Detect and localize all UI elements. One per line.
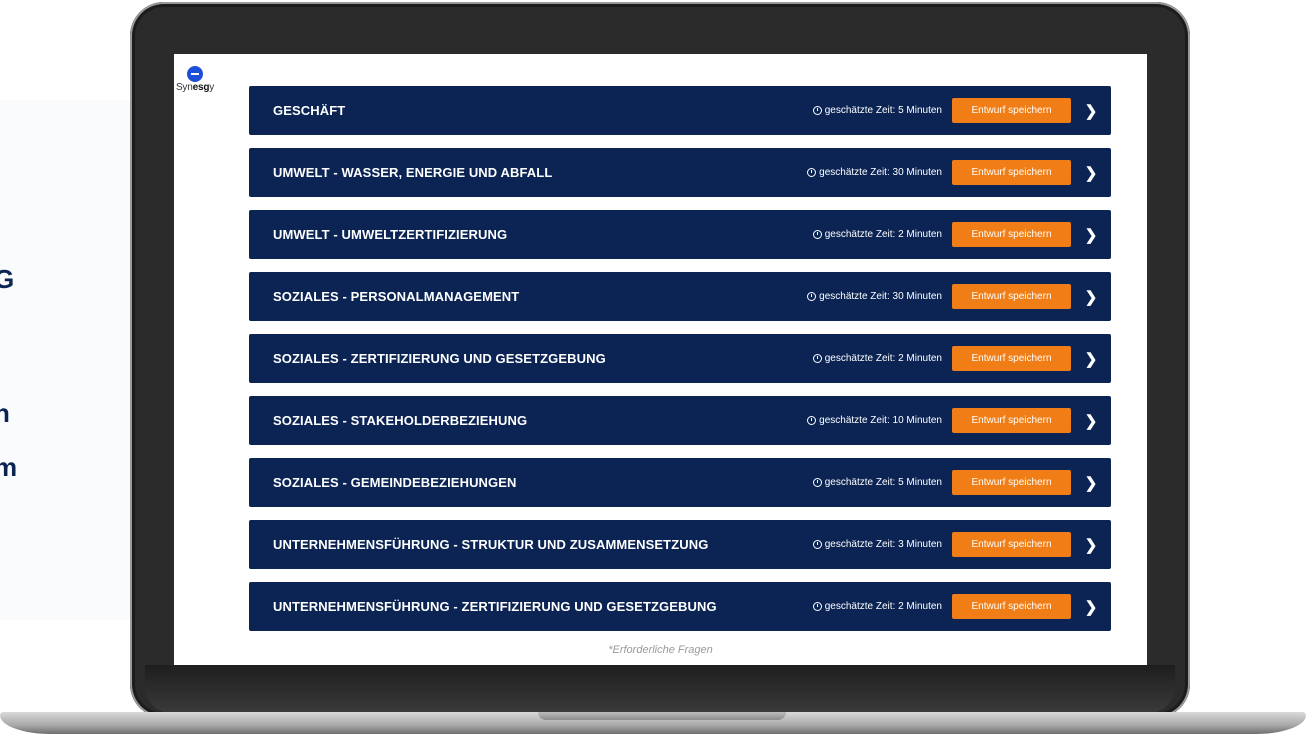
clock-icon: [812, 602, 822, 611]
section-title: UNTERNEHMENSFÜHRUNG - ZERTIFIZIERUNG UND…: [273, 599, 717, 614]
estimated-time: geschätzte Zeit: 2 Minuten: [812, 601, 942, 612]
estimated-time-label: geschätzte Zeit: 5 Minuten: [824, 477, 942, 488]
estimated-time-label: geschätzte Zeit: 30 Minuten: [819, 167, 942, 178]
backdrop-panel: [0, 100, 130, 620]
section-row[interactable]: UMWELT - WASSER, ENERGIE UND ABFALL gesch…: [249, 148, 1111, 197]
chevron-right-icon[interactable]: ❯: [1071, 164, 1111, 182]
save-draft-button[interactable]: Entwurf speichern: [952, 222, 1071, 247]
estimated-time: geschätzte Zeit: 30 Minuten: [807, 291, 942, 302]
chevron-right-icon[interactable]: ❯: [1071, 288, 1111, 306]
save-draft-button[interactable]: Entwurf speichern: [952, 532, 1071, 557]
required-questions-note: *Erforderliche Fragen: [608, 644, 713, 656]
section-title: GESCHÄFT: [273, 103, 346, 118]
section-title: SOZIALES - GEMEINDEBEZIEHUNGEN: [273, 475, 517, 490]
estimated-time: geschätzte Zeit: 10 Minuten: [807, 415, 942, 426]
chevron-right-icon[interactable]: ❯: [1071, 598, 1111, 616]
estimated-time: geschätzte Zeit: 2 Minuten: [812, 353, 942, 364]
chevron-right-icon[interactable]: ❯: [1071, 350, 1111, 368]
estimated-time: geschätzte Zeit: 5 Minuten: [812, 105, 942, 116]
chevron-right-icon[interactable]: ❯: [1071, 536, 1111, 554]
section-title: SOZIALES - PERSONALMANAGEMENT: [273, 289, 520, 304]
backdrop-letter: n: [0, 398, 10, 428]
section-title: UMWELT - UMWELTZERTIFIZIERUNG: [273, 227, 508, 242]
estimated-time: geschätzte Zeit: 2 Minuten: [812, 229, 942, 240]
section-row[interactable]: UMWELT - UMWELTZERTIFIZIERUNG geschätzte …: [249, 210, 1111, 259]
save-draft-button[interactable]: Entwurf speichern: [952, 284, 1071, 309]
section-title: SOZIALES - ZERTIFIZIERUNG UND GESETZGEBU…: [273, 351, 606, 366]
save-draft-button[interactable]: Entwurf speichern: [952, 470, 1071, 495]
synesgy-logo[interactable]: Synesgy: [174, 66, 216, 93]
save-draft-button[interactable]: Entwurf speichern: [952, 346, 1071, 371]
backdrop-letter: G: [0, 264, 15, 294]
chevron-right-icon[interactable]: ❯: [1071, 102, 1111, 120]
estimated-time: geschätzte Zeit: 5 Minuten: [812, 477, 942, 488]
estimated-time: geschätzte Zeit: 3 Minuten: [812, 539, 942, 550]
section-title: SOZIALES - STAKEHOLDERBEZIEHUNG: [273, 413, 528, 428]
section-row[interactable]: SOZIALES - STAKEHOLDERBEZIEHUNG geschätzt…: [249, 396, 1111, 445]
clock-icon: [807, 416, 817, 425]
laptop-bezel: [145, 665, 1175, 713]
estimated-time-label: geschätzte Zeit: 5 Minuten: [824, 105, 942, 116]
section-row[interactable]: GESCHÄFT geschätzte Zeit: 5 Minuten Entwur…: [249, 86, 1111, 135]
logo-mark-icon: [187, 66, 203, 82]
section-row[interactable]: SOZIALES - GEMEINDEBEZIEHUNGEN geschätzte…: [249, 458, 1111, 507]
chevron-right-icon[interactable]: ❯: [1071, 226, 1111, 244]
clock-icon: [812, 540, 822, 549]
section-row[interactable]: UNTERNEHMENSFÜHRUNG - STRUKTUR UND ZUSAM…: [249, 520, 1111, 569]
save-draft-button[interactable]: Entwurf speichern: [952, 160, 1071, 185]
section-row[interactable]: SOZIALES - ZERTIFIZIERUNG UND GESETZGEBU…: [249, 334, 1111, 383]
backdrop-letter: m: [0, 452, 18, 482]
laptop-notch: [538, 712, 786, 720]
chevron-right-icon[interactable]: ❯: [1071, 412, 1111, 430]
chevron-right-icon[interactable]: ❯: [1071, 474, 1111, 492]
estimated-time-label: geschätzte Zeit: 2 Minuten: [824, 229, 942, 240]
clock-icon: [812, 230, 822, 239]
estimated-time-label: geschätzte Zeit: 2 Minuten: [824, 601, 942, 612]
save-draft-button[interactable]: Entwurf speichern: [952, 594, 1071, 619]
clock-icon: [812, 478, 822, 487]
logo-text: Synesgy: [175, 82, 215, 93]
clock-icon: [807, 292, 817, 301]
clock-icon: [812, 106, 822, 115]
estimated-time-label: geschätzte Zeit: 3 Minuten: [824, 539, 942, 550]
estimated-time-label: geschätzte Zeit: 2 Minuten: [824, 353, 942, 364]
section-title: UMWELT - WASSER, ENERGIE UND ABFALL: [273, 165, 553, 180]
section-row[interactable]: UNTERNEHMENSFÜHRUNG - ZERTIFIZIERUNG UND…: [249, 582, 1111, 631]
estimated-time-label: geschätzte Zeit: 30 Minuten: [819, 291, 942, 302]
save-draft-button[interactable]: Entwurf speichern: [952, 98, 1071, 123]
section-title: UNTERNEHMENSFÜHRUNG - STRUKTUR UND ZUSAM…: [273, 537, 709, 552]
save-draft-button[interactable]: Entwurf speichern: [952, 408, 1071, 433]
estimated-time: geschätzte Zeit: 30 Minuten: [807, 167, 942, 178]
section-list: GESCHÄFT geschätzte Zeit: 5 Minuten Entwur…: [249, 86, 1111, 644]
section-row[interactable]: SOZIALES - PERSONALMANAGEMENT geschätzte …: [249, 272, 1111, 321]
app-screen: Synesgy GESCHÄFT geschätzte Zeit: 5 Minut…: [174, 54, 1147, 665]
clock-icon: [807, 168, 817, 177]
clock-icon: [812, 354, 822, 363]
estimated-time-label: geschätzte Zeit: 10 Minuten: [819, 415, 942, 426]
